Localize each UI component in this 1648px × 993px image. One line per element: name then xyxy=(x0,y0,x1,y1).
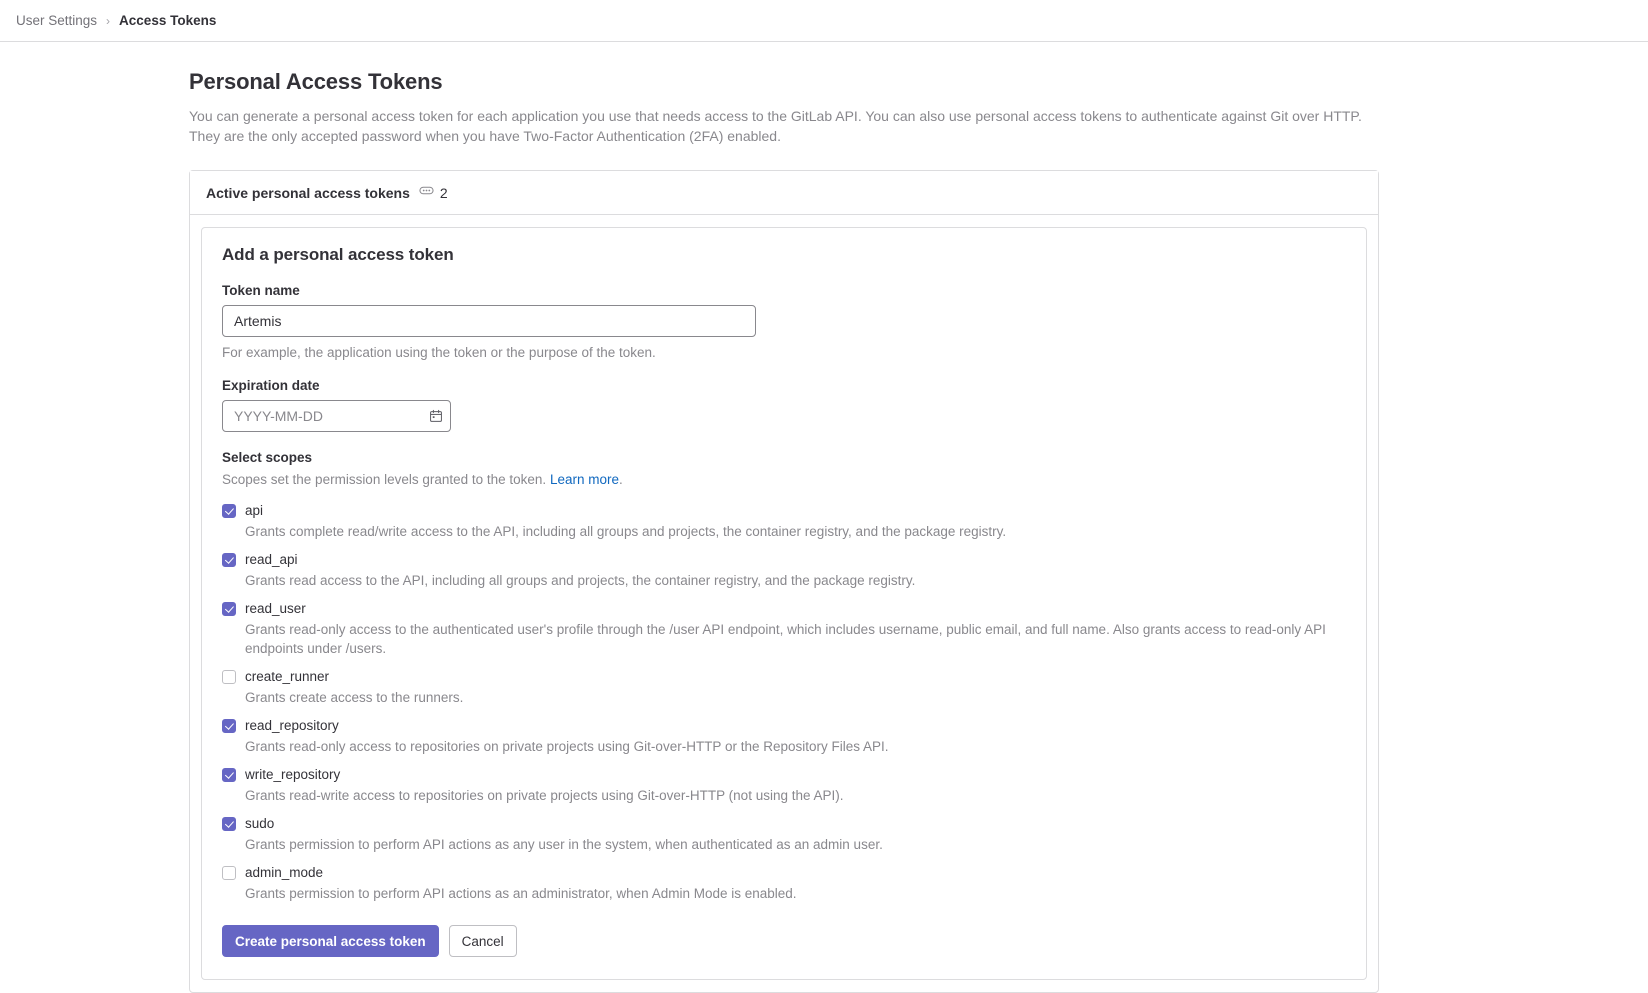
active-tokens-card: Active personal access tokens 2 Add a pe… xyxy=(189,170,1379,993)
scope-checkbox-read_api[interactable] xyxy=(222,553,236,567)
cancel-button[interactable]: Cancel xyxy=(448,925,517,957)
page-description: You can generate a personal access token… xyxy=(189,108,1362,144)
scope-item-read_api: read_api Grants read access to the API, … xyxy=(222,550,1346,590)
breadcrumb-item-access-tokens: Access Tokens xyxy=(119,13,217,28)
token-name-input[interactable] xyxy=(222,305,756,337)
expiration-date-label: Expiration date xyxy=(222,378,320,393)
breadcrumb: User Settings › Access Tokens xyxy=(0,0,1648,42)
scope-label-create_runner[interactable]: create_runner xyxy=(245,667,329,687)
scope-checkbox-read_repository[interactable] xyxy=(222,719,236,733)
active-tokens-card-header: Active personal access tokens 2 xyxy=(190,171,1378,215)
scope-description-write_repository: Grants read-write access to repositories… xyxy=(245,788,844,803)
active-tokens-count-value: 2 xyxy=(439,184,448,201)
scope-item-admin_mode: admin_mode Grants permission to perform … xyxy=(222,863,1346,903)
scope-label-admin_mode[interactable]: admin_mode xyxy=(245,863,323,883)
expiration-date-input[interactable] xyxy=(222,400,451,432)
add-token-form-title: Add a personal access token xyxy=(222,245,454,264)
scope-description-sudo: Grants permission to perform API actions… xyxy=(245,837,883,852)
scope-label-sudo[interactable]: sudo xyxy=(245,814,274,834)
scope-checkbox-admin_mode[interactable] xyxy=(222,866,236,880)
scope-list: api Grants complete read/write access to… xyxy=(222,501,1346,903)
scopes-description-text: Scopes set the permission levels granted… xyxy=(222,472,547,487)
add-token-form: Add a personal access token Token name F… xyxy=(201,227,1367,980)
page-title: Personal Access Tokens xyxy=(189,69,443,94)
scope-item-write_repository: write_repository Grants read-write acces… xyxy=(222,765,1346,805)
scope-checkbox-write_repository[interactable] xyxy=(222,768,236,782)
token-pill-icon xyxy=(419,183,434,203)
scope-checkbox-create_runner[interactable] xyxy=(222,670,236,684)
scope-label-api[interactable]: api xyxy=(245,501,263,521)
token-name-help: For example, the application using the t… xyxy=(222,345,656,360)
create-token-button[interactable]: Create personal access token xyxy=(222,925,439,957)
scope-description-read_user: Grants read-only access to the authentic… xyxy=(245,622,1326,656)
calendar-icon[interactable] xyxy=(429,409,443,423)
token-name-label: Token name xyxy=(222,283,300,298)
expiration-date-field xyxy=(222,400,451,432)
scope-label-write_repository[interactable]: write_repository xyxy=(245,765,340,785)
scope-checkbox-read_user[interactable] xyxy=(222,602,236,616)
select-scopes-description: Scopes set the permission levels granted… xyxy=(222,472,1346,487)
scopes-description-period: . xyxy=(619,472,623,487)
scope-description-read_api: Grants read access to the API, including… xyxy=(245,573,916,588)
scopes-learn-more-link[interactable]: Learn more xyxy=(550,472,619,487)
breadcrumb-separator-icon: › xyxy=(106,13,111,28)
scope-item-read_repository: read_repository Grants read-only access … xyxy=(222,716,1346,756)
page-content: Personal Access Tokens You can generate … xyxy=(0,42,1648,993)
scope-item-read_user: read_user Grants read-only access to the… xyxy=(222,599,1346,658)
select-scopes-label: Select scopes xyxy=(222,450,313,465)
scope-description-api: Grants complete read/write access to the… xyxy=(245,524,1007,539)
form-actions: Create personal access token Cancel xyxy=(222,925,1346,957)
scope-checkbox-api[interactable] xyxy=(222,504,236,518)
scope-label-read_user[interactable]: read_user xyxy=(245,599,306,619)
active-tokens-count: 2 xyxy=(419,183,448,203)
scope-item-create_runner: create_runner Grants create access to th… xyxy=(222,667,1346,707)
scope-checkbox-sudo[interactable] xyxy=(222,817,236,831)
scope-label-read_repository[interactable]: read_repository xyxy=(245,716,339,736)
scope-description-admin_mode: Grants permission to perform API actions… xyxy=(245,886,797,901)
breadcrumb-item-user-settings[interactable]: User Settings xyxy=(16,13,97,28)
scope-description-read_repository: Grants read-only access to repositories … xyxy=(245,739,889,754)
scope-description-create_runner: Grants create access to the runners. xyxy=(245,690,464,705)
scope-label-read_api[interactable]: read_api xyxy=(245,550,298,570)
scope-item-sudo: sudo Grants permission to perform API ac… xyxy=(222,814,1346,854)
scope-item-api: api Grants complete read/write access to… xyxy=(222,501,1346,541)
active-tokens-title: Active personal access tokens xyxy=(206,184,410,201)
